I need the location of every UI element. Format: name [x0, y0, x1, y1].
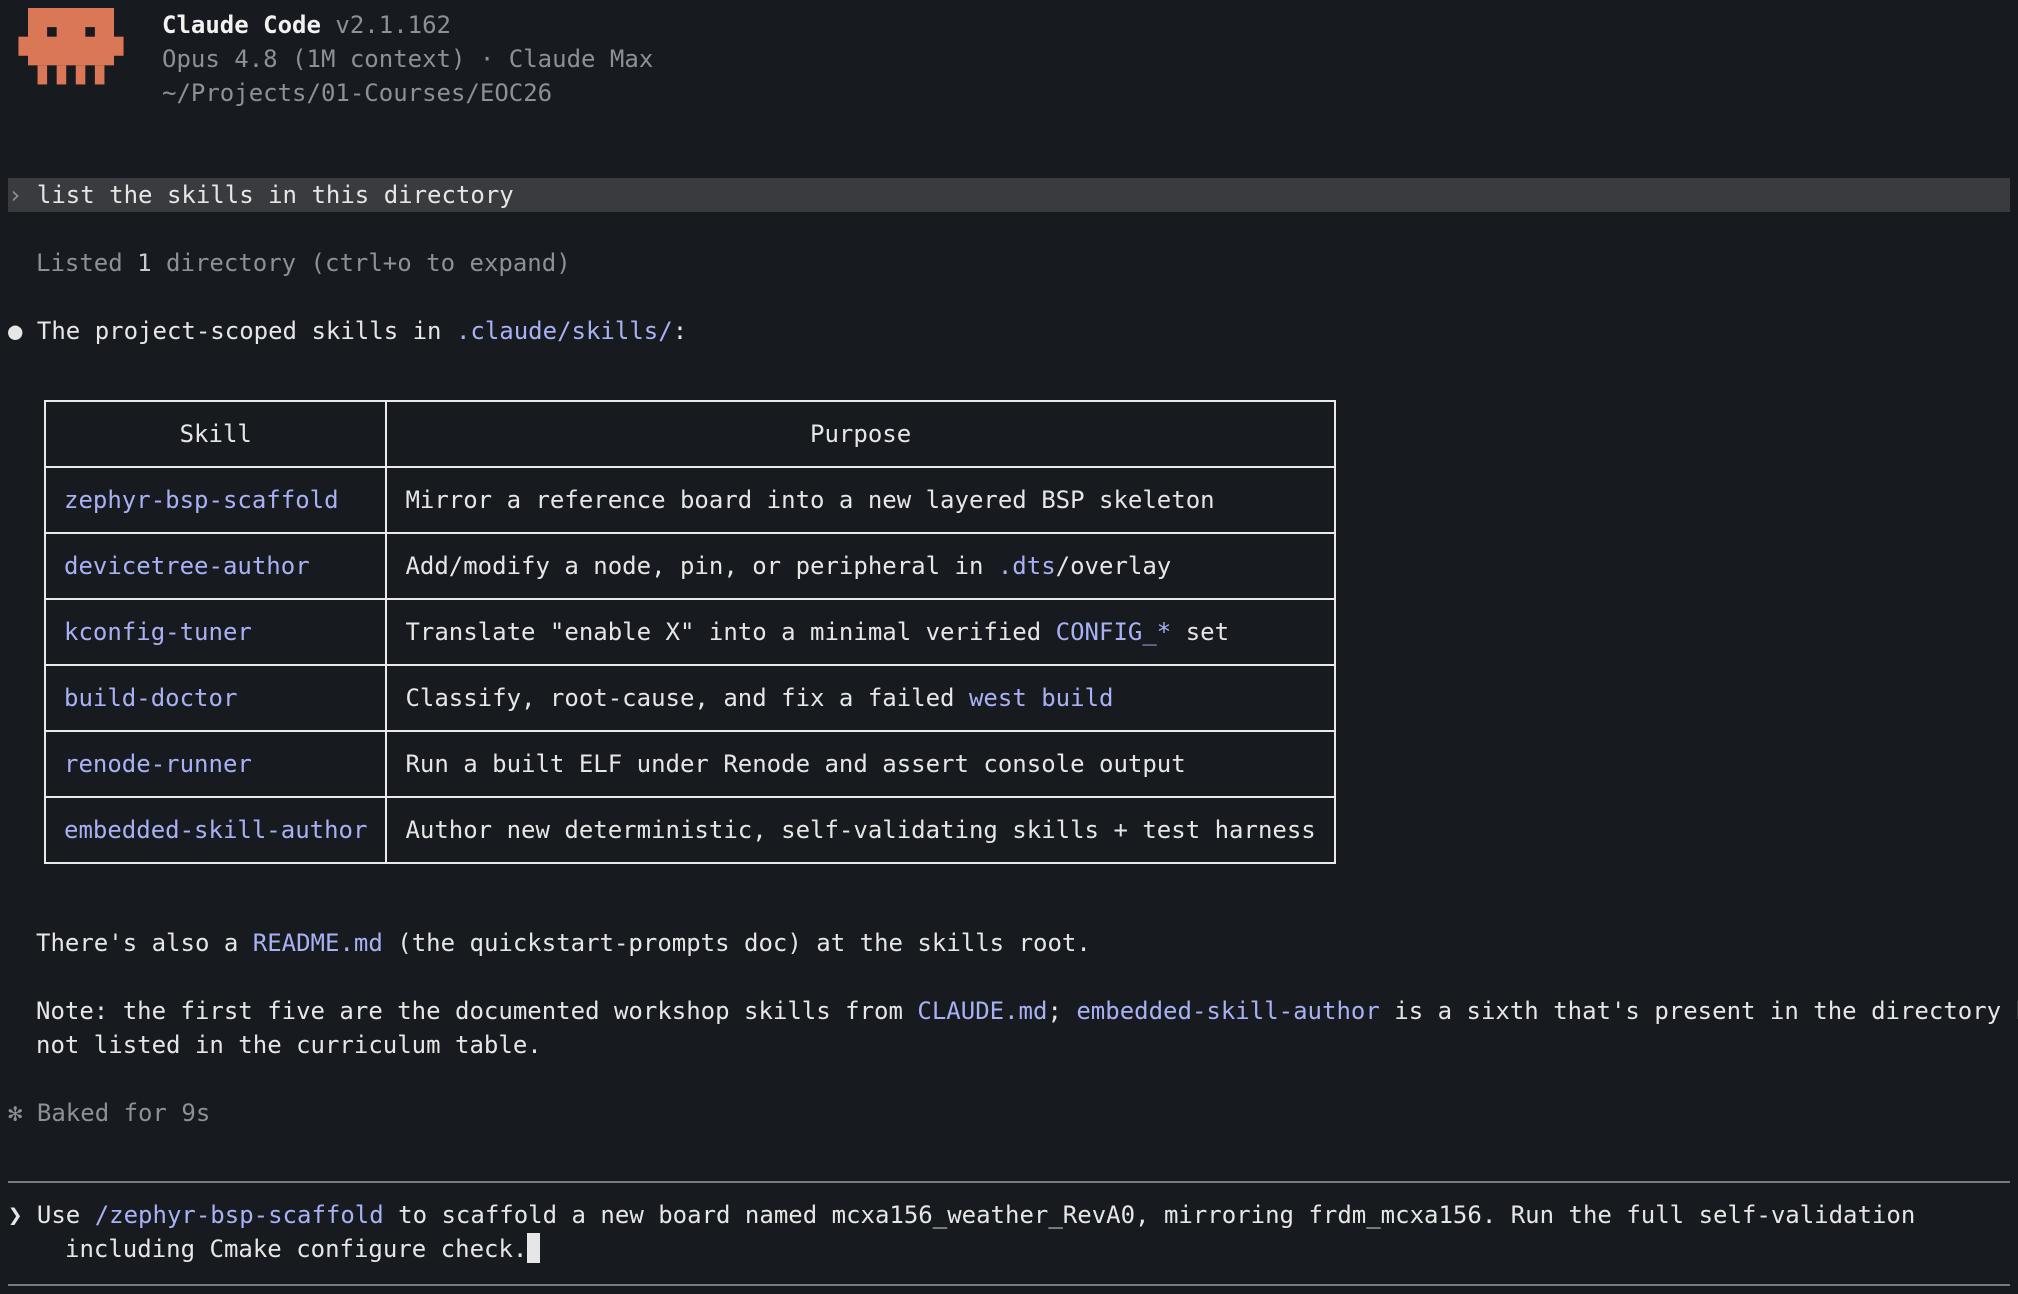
- note-line-2: not listed in the curriculum table.: [36, 1031, 542, 1059]
- skill-name: kconfig-tuner: [43, 598, 388, 666]
- input-line-2: including Cmake configure check.: [65, 1232, 541, 1266]
- readme-text: (the quickstart-prompts doc) at the skil…: [382, 929, 1091, 957]
- text-cursor: [527, 1233, 541, 1263]
- response-intro-text: The project-scoped skills in: [36, 317, 456, 345]
- response-intro: ● The project-scoped skills in .claude/s…: [8, 314, 687, 348]
- skill-purpose: Translate "enable X" into a minimal veri…: [385, 598, 1336, 666]
- skill-purpose: Mirror a reference board into a new laye…: [385, 466, 1336, 534]
- column-header-purpose: Purpose: [385, 400, 1336, 468]
- purpose-text: Run a built ELF under Renode and assert …: [405, 750, 1186, 778]
- purpose-text: Mirror a reference board into a new laye…: [405, 486, 1215, 514]
- skill-purpose: Author new deterministic, self-validatin…: [385, 796, 1336, 864]
- response-intro-end: :: [672, 317, 688, 345]
- table-row: kconfig-tuner Translate "enable X" into …: [43, 598, 1336, 666]
- table-row: devicetree-author Add/modify a node, pin…: [43, 532, 1336, 600]
- tool-status[interactable]: Listed 1 directory (ctrl+o to expand): [36, 246, 571, 280]
- table-row: zephyr-bsp-scaffold Mirror a reference b…: [43, 466, 1336, 534]
- input-top-border: [8, 1181, 2010, 1183]
- asterisk-icon: ✻: [8, 1099, 23, 1127]
- user-prompt-text: list the skills in this directory: [36, 181, 514, 209]
- timing-text: Baked for 9s: [36, 1099, 211, 1127]
- note-text: Note: the first five are the documented …: [36, 997, 918, 1025]
- readme-link: README.md: [252, 929, 383, 957]
- user-prompt-line: › list the skills in this directory: [8, 178, 514, 212]
- app-title-line: Claude Code v2.1.162: [162, 8, 451, 42]
- note-line-1: Note: the first five are the documented …: [36, 994, 2018, 1028]
- prompt-chevron-icon: ›: [8, 181, 23, 209]
- purpose-text: set: [1171, 618, 1230, 646]
- skill-name: embedded-skill-author: [43, 796, 388, 864]
- note-text: is a sixth that's present in the directo…: [1379, 997, 2018, 1025]
- input-chevron-icon: ❯: [8, 1201, 23, 1229]
- timing-status: ✻ Baked for 9s: [8, 1096, 210, 1130]
- tool-status-suffix: directory (ctrl+o to expand): [151, 249, 571, 277]
- skill-name: zephyr-bsp-scaffold: [43, 466, 388, 534]
- purpose-code: west build: [968, 684, 1114, 712]
- model-info: Opus 4.8 (1M context) · Claude Max: [162, 45, 654, 73]
- skill-name: renode-runner: [43, 730, 388, 798]
- input-text: to scaffold a new board named mcxa156_we…: [383, 1201, 1916, 1229]
- skills-path: .claude/skills/: [455, 317, 673, 345]
- purpose-text: Translate "enable X" into a minimal veri…: [405, 618, 1056, 646]
- tool-status-count: 1: [137, 249, 152, 277]
- table-row: embedded-skill-author Author new determi…: [43, 796, 1336, 864]
- purpose-text: Classify, root-cause, and fix a failed: [405, 684, 969, 712]
- skills-table: Skill Purpose zephyr-bsp-scaffold Mirror…: [43, 400, 1336, 864]
- skill-name: build-doctor: [43, 664, 388, 732]
- slash-command: /zephyr-bsp-scaffold: [94, 1201, 384, 1229]
- input-line-1: ❯ Use /zephyr-bsp-scaffold to scaffold a…: [8, 1198, 1915, 1232]
- skill-link: embedded-skill-author: [1076, 997, 1380, 1025]
- note-text: ;: [1047, 997, 1077, 1025]
- tool-status-prefix: Listed: [36, 249, 138, 277]
- skill-purpose: Run a built ELF under Renode and assert …: [385, 730, 1336, 798]
- purpose-text: Author new deterministic, self-validatin…: [405, 816, 1316, 844]
- readme-text: There's also a: [36, 929, 253, 957]
- working-directory: ~/Projects/01-Courses/EOC26: [162, 79, 553, 107]
- skill-purpose: Classify, root-cause, and fix a failed w…: [385, 664, 1336, 732]
- column-header-skill: Skill: [43, 400, 388, 468]
- purpose-text: /overlay: [1055, 552, 1172, 580]
- purpose-code: .dts: [997, 552, 1056, 580]
- app-name: Claude Code: [162, 11, 321, 39]
- table-header-row: Skill Purpose: [43, 400, 1336, 468]
- response-bullet-icon: ●: [8, 317, 23, 345]
- table-row: renode-runner Run a built ELF under Reno…: [43, 730, 1336, 798]
- purpose-text: Add/modify a node, pin, or peripheral in: [405, 552, 998, 580]
- table-row: build-doctor Classify, root-cause, and f…: [43, 664, 1336, 732]
- app-version: v2.1.162: [335, 11, 451, 39]
- readme-note: There's also a README.md (the quickstart…: [36, 926, 1091, 960]
- claude-md-link: CLAUDE.md: [917, 997, 1048, 1025]
- input-bottom-border: [8, 1284, 2010, 1286]
- purpose-code: CONFIG_*: [1055, 618, 1172, 646]
- claude-mascot-icon: [18, 8, 124, 85]
- input-text: including Cmake configure check.: [65, 1235, 528, 1263]
- skill-name: devicetree-author: [43, 532, 388, 600]
- skill-purpose: Add/modify a node, pin, or peripheral in…: [385, 532, 1336, 600]
- input-text: Use: [36, 1201, 95, 1229]
